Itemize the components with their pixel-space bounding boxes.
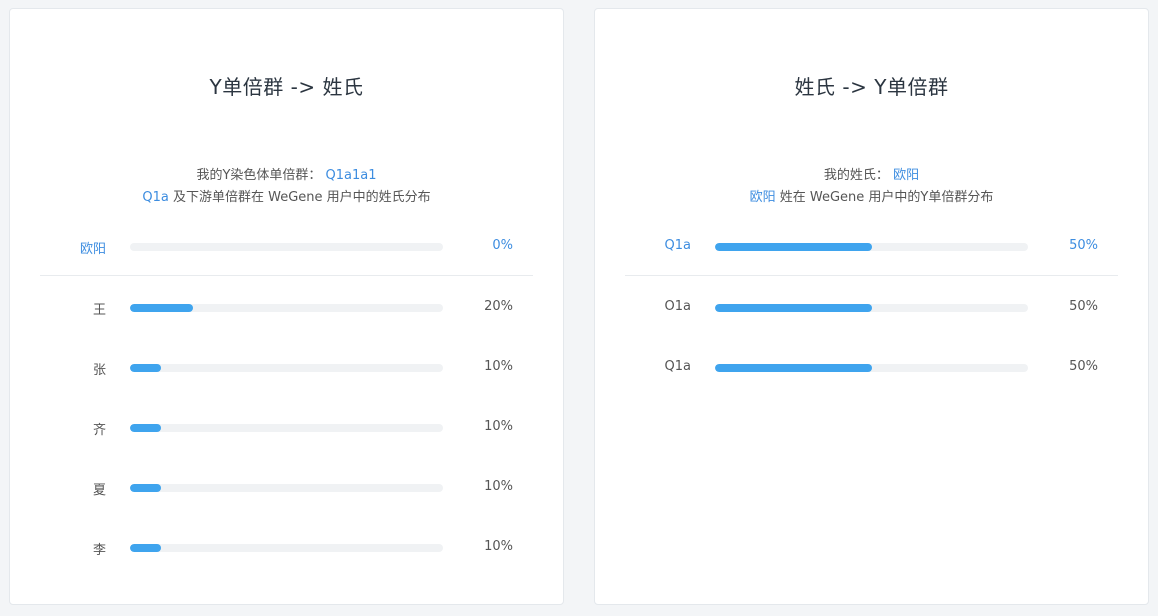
distribution-row: O1a 50% <box>595 298 1148 318</box>
progress-track <box>715 364 1028 372</box>
progress-fill <box>130 424 162 432</box>
description-line-2: 欧阳 姓在 WeGene 用户中的Y单倍群分布 <box>595 186 1148 205</box>
progress-track <box>130 364 443 372</box>
row-label: 李 <box>92 543 106 558</box>
progress-track <box>130 484 443 492</box>
row-percentage: 50% <box>1069 238 1098 253</box>
description-line: 我的Y染色体单倍群： Q1a1a1 <box>10 164 563 183</box>
distribution-row: 齐 10% <box>10 418 563 438</box>
row-label: Q1a <box>664 359 691 374</box>
progress-fill <box>715 364 872 372</box>
row-percentage: 20% <box>484 299 513 314</box>
surname-to-haplogroup-card: 姓氏 -> Y单倍群 我的姓氏： 欧阳 欧阳 姓在 WeGene 用户中的Y单倍… <box>594 8 1149 605</box>
distribution-row: Q1a 50% <box>595 358 1148 378</box>
progress-track <box>130 544 443 552</box>
distribution-row: 王 20% <box>10 298 563 318</box>
row-percentage: 0% <box>492 238 513 253</box>
progress-track <box>130 304 443 312</box>
progress-fill <box>130 484 162 492</box>
row-percentage: 50% <box>1069 359 1098 374</box>
row-percentage: 10% <box>484 359 513 374</box>
description-prefix: 我的Y染色体单倍群： <box>196 168 322 183</box>
progress-track <box>130 243 443 251</box>
row-label[interactable]: 欧阳 <box>40 238 106 257</box>
row-label: 齐 <box>92 423 106 438</box>
description-prefix: 我的姓氏： <box>823 168 889 183</box>
progress-track <box>715 243 1028 251</box>
row-label: 王 <box>92 303 106 318</box>
progress-fill <box>130 304 193 312</box>
row-percentage: 10% <box>484 539 513 554</box>
card-title: Y单倍群 -> 姓氏 <box>209 75 364 99</box>
description-line-2: Q1a 及下游单倍群在 WeGene 用户中的姓氏分布 <box>10 186 563 205</box>
row-label: 张 <box>92 363 106 378</box>
surname-highlight: 欧阳 <box>749 190 776 205</box>
progress-track <box>715 304 1028 312</box>
progress-fill <box>715 304 872 312</box>
progress-fill <box>130 364 162 372</box>
distribution-row: 张 10% <box>10 358 563 378</box>
my-haplogroup-value: Q1a1a1 <box>325 168 377 183</box>
my-row: 欧阳 0% <box>10 237 563 257</box>
description-text: 及下游单倍群在 WeGene 用户中的姓氏分布 <box>168 190 431 205</box>
row-label: 夏 <box>92 483 106 498</box>
distribution-row: 李 10% <box>10 538 563 558</box>
haplogroup-highlight: Q1a <box>142 190 169 205</box>
progress-fill <box>715 243 872 251</box>
row-label: O1a <box>664 299 691 314</box>
progress-fill <box>130 544 162 552</box>
row-label[interactable]: Q1a <box>625 238 691 253</box>
haplogroup-to-surname-card: Y单倍群 -> 姓氏 我的Y染色体单倍群： Q1a1a1 Q1a 及下游单倍群在… <box>9 8 564 605</box>
row-percentage: 10% <box>484 479 513 494</box>
description-line: 我的姓氏： 欧阳 <box>595 164 1148 183</box>
my-row: Q1a 50% <box>595 237 1148 257</box>
row-percentage: 10% <box>484 419 513 434</box>
divider <box>625 275 1118 276</box>
card-title: 姓氏 -> Y单倍群 <box>794 75 949 99</box>
row-percentage: 50% <box>1069 299 1098 314</box>
my-surname-value: 欧阳 <box>893 168 920 183</box>
distribution-row: 夏 10% <box>10 478 563 498</box>
progress-track <box>130 424 443 432</box>
description-text: 姓在 WeGene 用户中的Y单倍群分布 <box>775 190 994 205</box>
divider <box>40 275 533 276</box>
